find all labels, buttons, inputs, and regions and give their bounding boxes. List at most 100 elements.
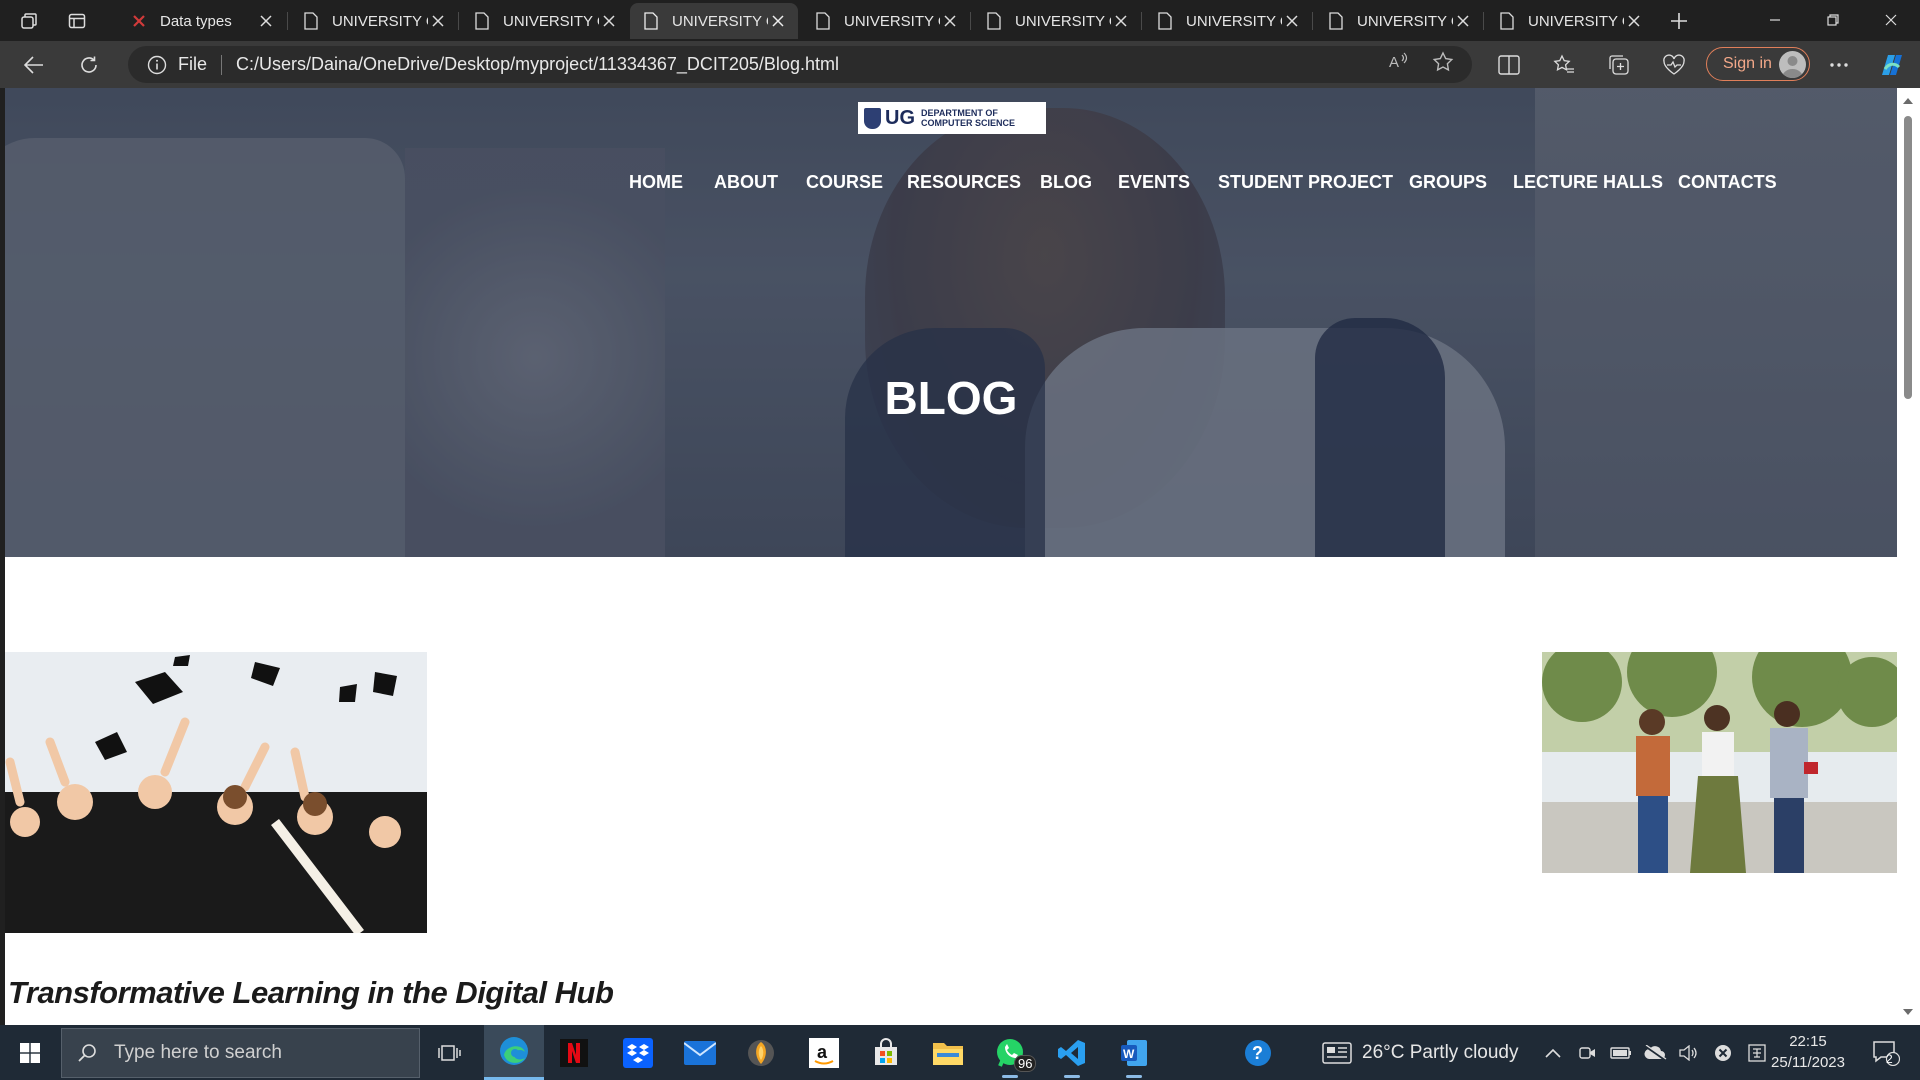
tab-title: UNIVERSITY OF GHANA [332, 12, 428, 30]
workspaces-icon[interactable] [14, 6, 44, 36]
taskbar-search[interactable]: Type here to search [61, 1028, 420, 1078]
refresh-button[interactable] [72, 48, 106, 82]
meet-now-icon[interactable] [1572, 1025, 1602, 1080]
whatsapp-badge: 96 [1014, 1055, 1037, 1072]
start-button[interactable] [0, 1025, 60, 1080]
nav-contacts[interactable]: CONTACTS [1678, 172, 1777, 193]
avatar [1779, 51, 1806, 78]
close-icon[interactable] [1453, 11, 1473, 31]
toolbar-icons [1492, 48, 1712, 82]
tab-title: UNIVERSITY OF GHANA [503, 12, 599, 30]
nav-resources[interactable]: RESOURCES [907, 172, 1021, 193]
taskbar-mail[interactable] [670, 1025, 730, 1080]
restore-icon [1827, 14, 1839, 26]
nav-lecture-halls[interactable]: LECTURE HALLS [1513, 172, 1663, 193]
favorites-icon[interactable] [1547, 48, 1581, 82]
taskbar-amazon[interactable]: a [794, 1025, 854, 1080]
edge-icon [500, 1037, 528, 1065]
nav-blog[interactable]: BLOG [1040, 172, 1092, 193]
close-icon[interactable] [256, 11, 276, 31]
site-logo[interactable]: UG DEPARTMENT OF COMPUTER SCIENCE [858, 102, 1046, 134]
taskbar-word[interactable]: W [1104, 1025, 1164, 1080]
tab-university[interactable]: UNIVERSITY OF GHANA [1315, 3, 1483, 39]
copilot-button[interactable] [1876, 49, 1908, 81]
more-dots-icon [1830, 63, 1848, 67]
svg-text:W: W [1123, 1047, 1135, 1061]
tab-title: UNIVERSITY OF GHANA [1528, 12, 1624, 30]
read-aloud-icon[interactable]: A [1388, 51, 1410, 78]
taskbar-file-explorer[interactable] [918, 1025, 978, 1080]
nav-student-project[interactable]: STUDENT PROJECT [1218, 172, 1393, 193]
close-icon[interactable] [768, 11, 788, 31]
network-error-icon[interactable] [1708, 1025, 1738, 1080]
scroll-down-arrow-icon[interactable] [1903, 1009, 1913, 1015]
url-text[interactable]: C:/Users/Daina/OneDrive/Desktop/myprojec… [236, 54, 839, 75]
address-bar[interactable]: File C:/Users/Daina/OneDrive/Desktop/myp… [128, 46, 1472, 83]
nav-events[interactable]: EVENTS [1118, 172, 1190, 193]
tab-university[interactable]: UNIVERSITY OF GHANA [461, 3, 629, 39]
back-button[interactable] [17, 48, 51, 82]
tab-university[interactable]: UNIVERSITY OF GHANA [1486, 3, 1654, 39]
close-window-button[interactable] [1862, 0, 1920, 40]
favorite-star-icon[interactable] [1432, 51, 1454, 78]
nav-groups[interactable]: GROUPS [1409, 172, 1487, 193]
info-icon[interactable] [146, 54, 168, 76]
weather-text: 26°C Partly cloudy [1362, 1041, 1519, 1063]
document-icon [812, 10, 834, 32]
document-icon [1496, 10, 1518, 32]
tab-university[interactable]: UNIVERSITY OF GHANA [802, 3, 970, 39]
weather-widget[interactable]: 26°C Partly cloudy [1322, 1025, 1519, 1080]
nav-course[interactable]: COURSE [806, 172, 883, 193]
sign-in-label: Sign in [1723, 55, 1772, 72]
sign-in-button[interactable]: Sign in [1706, 47, 1810, 81]
notifications-button[interactable]: 2 [1862, 1025, 1910, 1080]
user-icon [1782, 56, 1803, 78]
dropbox-icon [623, 1037, 653, 1068]
nav-home[interactable]: HOME [629, 172, 683, 193]
battery-icon[interactable] [1606, 1025, 1636, 1080]
browser-essentials-icon[interactable] [1657, 48, 1691, 82]
plus-icon [1671, 13, 1687, 29]
logo-mark: UG [885, 106, 915, 129]
taskbar-vscode[interactable] [1042, 1025, 1102, 1080]
more-options-button[interactable] [1822, 48, 1856, 82]
close-icon[interactable] [428, 11, 448, 31]
taskbar-help[interactable]: ? [1228, 1025, 1288, 1080]
system-clock[interactable]: 22:15 25/11/2023 [1766, 1031, 1850, 1073]
taskbar-store[interactable] [856, 1025, 916, 1080]
tab-university-active[interactable]: UNIVERSITY OF GHANA [630, 3, 798, 39]
close-icon[interactable] [1282, 11, 1302, 31]
page-scrollbar[interactable] [1897, 88, 1920, 1025]
nav-about[interactable]: ABOUT [714, 172, 778, 193]
close-icon[interactable] [599, 11, 619, 31]
close-icon[interactable] [1111, 11, 1131, 31]
split-screen-icon[interactable] [1492, 48, 1526, 82]
chevron-up-icon[interactable] [1538, 1025, 1568, 1080]
divider [221, 54, 223, 75]
speaker-icon[interactable] [1674, 1025, 1704, 1080]
minimize-button[interactable] [1746, 0, 1804, 40]
tab-university[interactable]: UNIVERSITY OF GHANA [973, 3, 1141, 39]
restore-button[interactable] [1804, 0, 1862, 40]
system-tray [1538, 1025, 1776, 1080]
scroll-up-arrow-icon[interactable] [1903, 98, 1913, 104]
taskbar-dropbox[interactable] [608, 1025, 668, 1080]
scheme-label: File [178, 54, 208, 74]
vertical-tabs-icon[interactable] [62, 6, 92, 36]
taskbar-whatsapp[interactable]: 96 [980, 1025, 1040, 1080]
new-tab-button[interactable] [1664, 6, 1694, 36]
onedrive-icon[interactable] [1640, 1025, 1670, 1080]
scrollbar-thumb[interactable] [1904, 116, 1912, 399]
tab-university[interactable]: UNIVERSITY OF GHANA [1144, 3, 1312, 39]
windows-logo-icon [20, 1042, 40, 1063]
close-icon[interactable] [1624, 11, 1644, 31]
collections-icon[interactable] [1602, 48, 1636, 82]
taskbar-edge[interactable] [484, 1025, 544, 1080]
task-view-button[interactable] [420, 1025, 480, 1080]
close-icon[interactable] [940, 11, 960, 31]
tab-title: UNIVERSITY OF GHANA [1015, 12, 1111, 30]
taskbar-fl-studio[interactable] [731, 1025, 791, 1080]
taskbar-netflix[interactable] [544, 1025, 604, 1080]
tab-data-types[interactable]: Data types [118, 3, 286, 39]
tab-university[interactable]: UNIVERSITY OF GHANA [290, 3, 458, 39]
